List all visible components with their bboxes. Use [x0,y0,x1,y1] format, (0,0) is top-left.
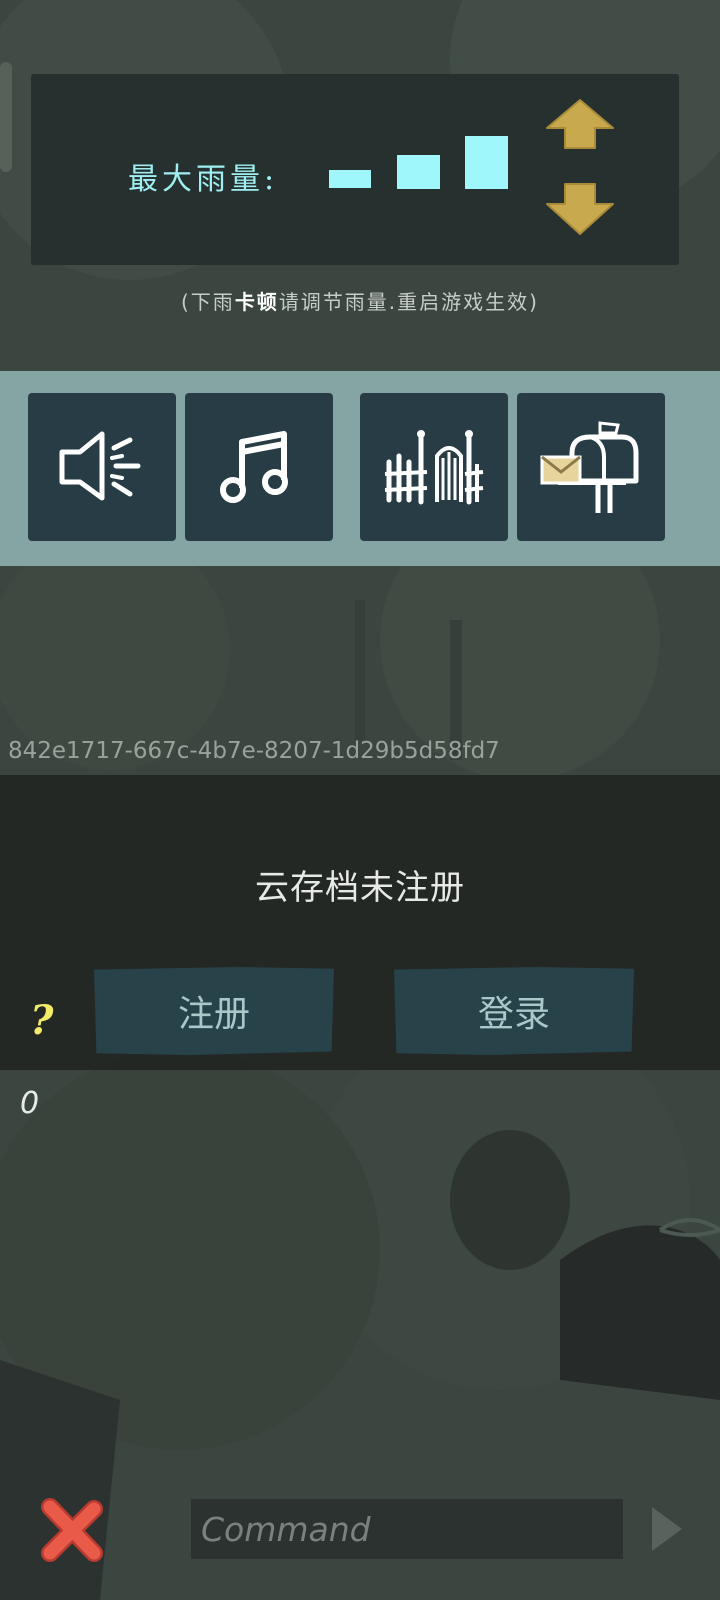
device-id: 842e1717-667c-4b7e-8207-1d29b5d58fd7 [8,738,500,764]
rain-level-bar-2[interactable] [397,155,440,189]
fence-gate-icon [384,430,484,505]
send-arrow-icon[interactable] [650,1505,684,1553]
rain-increase-arrow-icon[interactable] [545,98,615,154]
fence-button[interactable] [360,393,508,541]
music-button[interactable] [185,393,333,541]
mailbox-button[interactable] [517,393,665,541]
sound-button[interactable] [28,393,176,541]
rain-level-bar-3[interactable] [465,136,508,189]
help-button[interactable]: ? [30,997,53,1044]
max-rain-label: 最大雨量: [128,162,279,197]
sound-icon [59,431,141,501]
register-button[interactable]: 注册 [94,967,334,1055]
rain-hint: (下雨卡顿请调节雨量.重启游戏生效) [0,286,720,315]
rain-decrease-arrow-icon[interactable] [545,180,615,236]
counter-value: 0 [20,1086,40,1121]
close-icon[interactable] [38,1497,106,1565]
mailbox-icon [540,421,639,513]
rain-level-bar-1[interactable] [329,170,371,188]
rain-settings-panel: 最大雨量: [31,74,679,265]
settings-icon-strip [0,371,720,566]
rain-hint-suffix: 请调节雨量.重启游戏生效) [278,290,539,314]
cloud-save-dialog: 云存档未注册 ? 注册 登录 [0,775,720,1070]
rain-hint-prefix: (下雨 [181,290,235,314]
music-icon [220,431,288,503]
login-button[interactable]: 登录 [394,967,634,1055]
rain-hint-emphasis: 卡顿 [234,290,279,314]
cloud-save-status: 云存档未注册 [255,868,465,908]
command-input[interactable] [191,1499,623,1559]
